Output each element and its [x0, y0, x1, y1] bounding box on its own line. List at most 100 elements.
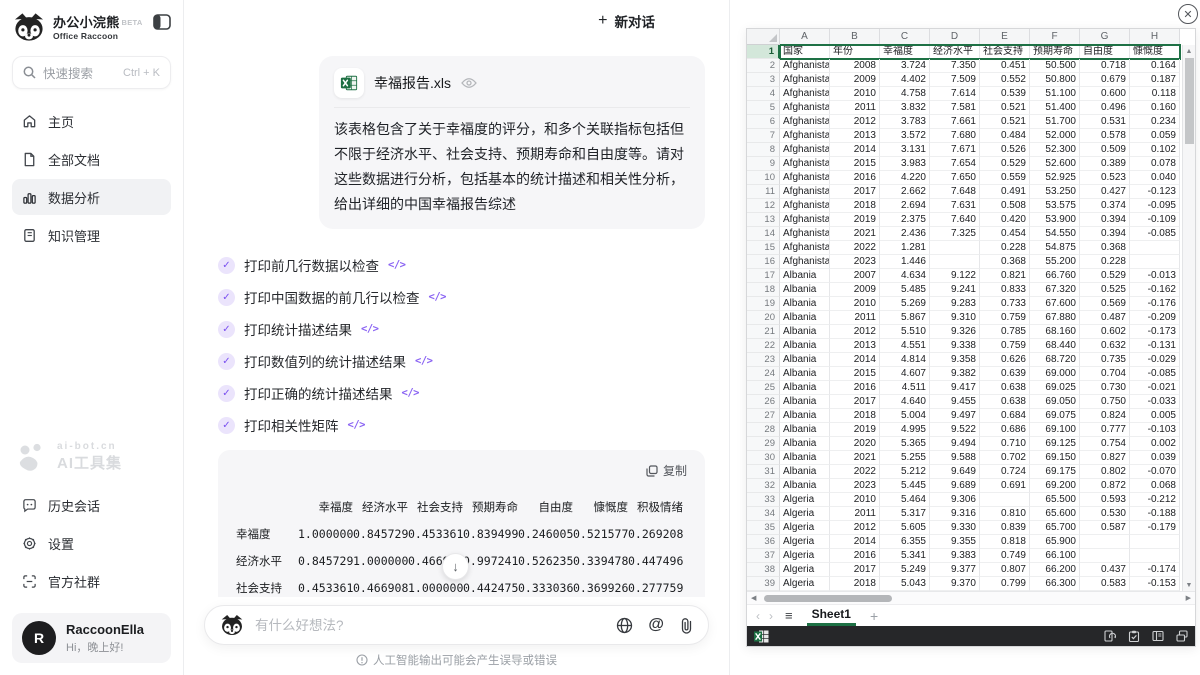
sheet-cell[interactable]: 7.581: [930, 101, 980, 115]
column-header[interactable]: C: [880, 29, 930, 45]
sheet-cell[interactable]: 2015: [830, 157, 880, 171]
sheet-cell[interactable]: 0.496: [1080, 101, 1130, 115]
sheet-cell[interactable]: 0.583: [1080, 577, 1130, 591]
sheet-cell[interactable]: 5.269: [880, 297, 930, 311]
sheet-cell[interactable]: -0.153: [1130, 577, 1180, 591]
row-number[interactable]: 20: [747, 311, 780, 325]
sheet-cell[interactable]: 社会支持: [980, 45, 1030, 59]
sheet-cell[interactable]: 2022: [830, 465, 880, 479]
sheet-cell[interactable]: 4.607: [880, 367, 930, 381]
row-number[interactable]: 9: [747, 157, 780, 171]
sheet-cell[interactable]: -0.131: [1130, 339, 1180, 353]
sheet-cell[interactable]: 66.760: [1030, 269, 1080, 283]
sheet-cell[interactable]: 4.634: [880, 269, 930, 283]
sheet-cell[interactable]: 9.377: [930, 563, 980, 577]
sheet-cell[interactable]: 2016: [830, 381, 880, 395]
sheet-cell[interactable]: 0.523: [1080, 171, 1130, 185]
sheet-cell[interactable]: 9.649: [930, 465, 980, 479]
sheet-cell[interactable]: 0.005: [1130, 409, 1180, 423]
code-icon[interactable]: </>: [402, 387, 419, 399]
sheet-cell[interactable]: 2013: [830, 129, 880, 143]
sheet-cell[interactable]: 4.551: [880, 339, 930, 353]
sheet-cell[interactable]: 51.700: [1030, 115, 1080, 129]
sheet-cell[interactable]: 69.050: [1030, 395, 1080, 409]
sheet-menu-icon[interactable]: ≡: [785, 608, 793, 623]
sheet-cell[interactable]: 3.572: [880, 129, 930, 143]
sheet-cell[interactable]: 2012: [830, 325, 880, 339]
sheet-cell[interactable]: -0.103: [1130, 423, 1180, 437]
sheet-cell[interactable]: 0.602: [1080, 325, 1130, 339]
search-input[interactable]: 快速搜索 Ctrl + K: [12, 56, 171, 89]
sheet-cell[interactable]: 0.118: [1130, 87, 1180, 101]
sheet-cell[interactable]: Algeria: [780, 507, 830, 521]
sheet-cell[interactable]: 2012: [830, 115, 880, 129]
sheet-cell[interactable]: -0.033: [1130, 395, 1180, 409]
row-number[interactable]: 25: [747, 381, 780, 395]
sheet-cell[interactable]: Afghanistan: [780, 59, 830, 73]
sheet-cell[interactable]: 51.100: [1030, 87, 1080, 101]
sheet-cell[interactable]: 0.799: [980, 577, 1030, 591]
column-header[interactable]: G: [1080, 29, 1130, 45]
sheet-cell[interactable]: 2023: [830, 255, 880, 269]
sheet-cell[interactable]: 52.300: [1030, 143, 1080, 157]
sheet-cell[interactable]: 0.368: [980, 255, 1030, 269]
preview-eye-icon[interactable]: [461, 77, 477, 89]
sheet-cell[interactable]: 1.281: [880, 241, 930, 255]
sheet-cell[interactable]: 9.330: [930, 521, 980, 535]
sheet-cell[interactable]: 0.040: [1130, 171, 1180, 185]
sheet-cell[interactable]: 67.320: [1030, 283, 1080, 297]
sheet-cell[interactable]: 0.810: [980, 507, 1030, 521]
row-number[interactable]: 14: [747, 227, 780, 241]
sheet-cell[interactable]: 2018: [830, 577, 880, 591]
sheet-cell[interactable]: [1080, 549, 1130, 563]
sheet-cell[interactable]: 0.539: [980, 87, 1030, 101]
sheet-cell[interactable]: -0.085: [1130, 367, 1180, 381]
sheet-cell[interactable]: Albania: [780, 367, 830, 381]
sheet-cell[interactable]: 0.531: [1080, 115, 1130, 129]
sheet-cell[interactable]: 2.375: [880, 213, 930, 227]
sheet-cell[interactable]: 幸福度: [880, 45, 930, 59]
sheet-cell[interactable]: 3.724: [880, 59, 930, 73]
sheet-cell[interactable]: Albania: [780, 395, 830, 409]
row-number[interactable]: 1: [747, 45, 780, 59]
sheet-cell[interactable]: 0.454: [980, 227, 1030, 241]
sheet-cell[interactable]: Albania: [780, 479, 830, 493]
sheet-cell[interactable]: 66.200: [1030, 563, 1080, 577]
row-number[interactable]: 11: [747, 185, 780, 199]
row-number[interactable]: 39: [747, 577, 780, 591]
row-number[interactable]: 21: [747, 325, 780, 339]
row-number[interactable]: 27: [747, 409, 780, 423]
sheet-cell[interactable]: -0.212: [1130, 493, 1180, 507]
sheet-cell[interactable]: 0.578: [1080, 129, 1130, 143]
row-number[interactable]: 10: [747, 171, 780, 185]
sheet-cell[interactable]: -0.070: [1130, 465, 1180, 479]
row-number[interactable]: 4: [747, 87, 780, 101]
sheet-cell[interactable]: 9.494: [930, 437, 980, 451]
sheet-cell[interactable]: 2022: [830, 241, 880, 255]
reading-view-icon[interactable]: [1152, 630, 1164, 642]
sheet-cell[interactable]: 4.402: [880, 73, 930, 87]
sheet-cell[interactable]: 2016: [830, 549, 880, 563]
sheet-cell[interactable]: 9.338: [930, 339, 980, 353]
row-number[interactable]: 15: [747, 241, 780, 255]
sheet-cell[interactable]: 68.160: [1030, 325, 1080, 339]
sheet-cell[interactable]: Albania: [780, 311, 830, 325]
sheet-cell[interactable]: 2018: [830, 199, 880, 213]
sheet-cell[interactable]: 53.250: [1030, 185, 1080, 199]
sheet-cell[interactable]: 自由度: [1080, 45, 1130, 59]
sheet-cell[interactable]: 0.374: [1080, 199, 1130, 213]
sheet-cell[interactable]: -0.162: [1130, 283, 1180, 297]
sheet-cell[interactable]: 69.125: [1030, 437, 1080, 451]
sheet-cell[interactable]: Afghanistan: [780, 255, 830, 269]
sheet-cell[interactable]: 67.600: [1030, 297, 1080, 311]
sheet-cell[interactable]: 5.605: [880, 521, 930, 535]
sheet-cell[interactable]: 0.632: [1080, 339, 1130, 353]
sheet-cell[interactable]: 67.880: [1030, 311, 1080, 325]
sheet-cell[interactable]: Afghanistan: [780, 143, 830, 157]
copy-button[interactable]: 复制: [236, 462, 687, 479]
sheet-cell[interactable]: 年份: [830, 45, 880, 59]
sheet-cell[interactable]: 0.638: [980, 395, 1030, 409]
sheet-cell[interactable]: 2019: [830, 213, 880, 227]
sheet-cell[interactable]: -0.188: [1130, 507, 1180, 521]
row-number[interactable]: 13: [747, 213, 780, 227]
